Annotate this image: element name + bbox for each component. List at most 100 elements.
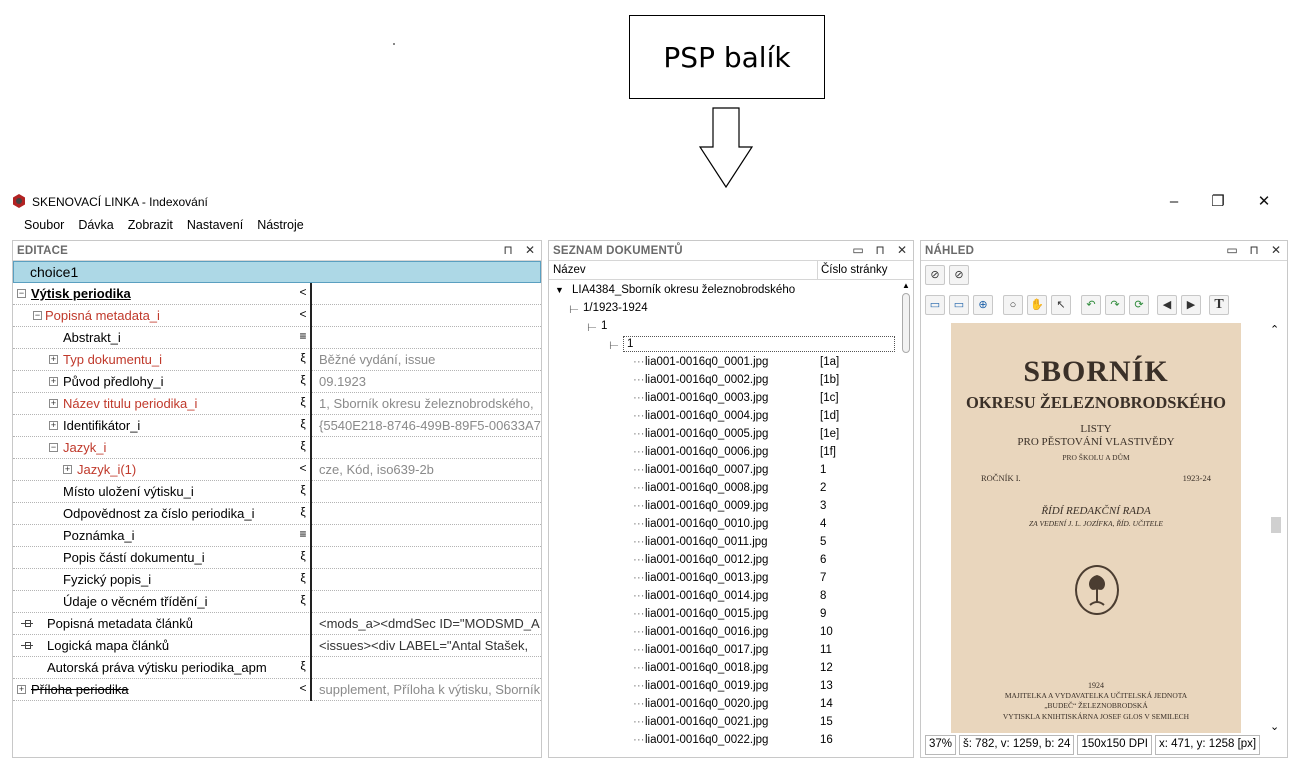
metadata-row-value[interactable]: 09.1923 xyxy=(319,374,541,389)
expand-icon[interactable]: + xyxy=(63,465,72,474)
menu-nastroje[interactable]: Nástroje xyxy=(250,214,311,236)
float-icon[interactable]: ▭ xyxy=(851,243,865,257)
collapse-icon[interactable]: − xyxy=(49,443,58,452)
text-icon[interactable]: T xyxy=(1209,295,1229,315)
file-row[interactable]: ··· lia001-0016q0_0016.jpg 10 xyxy=(549,624,895,642)
col-page-header[interactable]: Číslo stránky xyxy=(817,261,887,280)
choice-field[interactable]: choice1 xyxy=(13,261,541,283)
metadata-row[interactable]: + Příloha periodika < supplement, Příloha k… xyxy=(13,679,541,701)
rotate-right-icon[interactable]: ↷ xyxy=(1105,295,1125,315)
selected-node-box[interactable] xyxy=(623,336,895,352)
expand-icon[interactable]: + xyxy=(49,399,58,408)
scrollbar-thumb[interactable] xyxy=(902,293,910,353)
close-icon[interactable]: ✕ xyxy=(1269,243,1283,257)
collapse-icon[interactable]: − xyxy=(33,311,42,320)
rotate-left-icon[interactable]: ↶ xyxy=(1081,295,1101,315)
file-row[interactable]: ··· lia001-0016q0_0019.jpg 13 xyxy=(549,678,895,696)
arrow-right-icon[interactable]: ▶ xyxy=(1181,295,1201,315)
file-row[interactable]: ··· lia001-0016q0_0010.jpg 4 xyxy=(549,516,895,534)
close-window-button[interactable]: ✕ xyxy=(1248,192,1280,212)
scrollbar-thumb[interactable] xyxy=(1271,517,1281,533)
metadata-row[interactable]: Fyzický popis_i ξ xyxy=(13,569,541,591)
metadata-row[interactable]: − Jazyk_i ξ xyxy=(13,437,541,459)
col-name-header[interactable]: Název xyxy=(553,264,586,276)
float-icon[interactable]: ▭ xyxy=(1225,243,1239,257)
pointer-icon[interactable]: ↖ xyxy=(1051,295,1071,315)
file-row[interactable]: ··· lia001-0016q0_0008.jpg 2 xyxy=(549,480,895,498)
metadata-row-value[interactable]: <mods_a><dmdSec ID="MODSMD_A xyxy=(319,616,541,631)
metadata-row[interactable]: − Popisná metadata_i < xyxy=(13,305,541,327)
file-row[interactable]: ··· lia001-0016q0_0017.jpg 11 xyxy=(549,642,895,660)
fit-page-icon[interactable]: ▭ xyxy=(925,295,945,315)
expand-icon[interactable]: + xyxy=(17,685,26,694)
restore-button[interactable]: ❐ xyxy=(1202,192,1234,212)
paperclip-icon[interactable]: ⊘ xyxy=(925,265,945,285)
metadata-row-value[interactable]: {5540E218-8746-499B-89F5-00633A7F xyxy=(319,418,541,433)
pin-icon[interactable]: ⊓ xyxy=(501,243,515,257)
metadata-row-value[interactable]: Běžné vydání, issue xyxy=(319,352,541,367)
metadata-row[interactable]: + Původ předlohy_i ξ 09.1923 xyxy=(13,371,541,393)
file-row[interactable]: ··· lia001-0016q0_0004.jpg [1d] xyxy=(549,408,895,426)
pin-icon[interactable]: ⊓ xyxy=(1247,243,1261,257)
file-row[interactable]: ··· lia001-0016q0_0015.jpg 9 xyxy=(549,606,895,624)
metadata-row[interactable]: + Typ dokumentu_i ξ Běžné vydání, issue xyxy=(13,349,541,371)
file-row[interactable]: ··· lia001-0016q0_0002.jpg [1b] xyxy=(549,372,895,390)
expand-icon[interactable]: + xyxy=(49,377,58,386)
paperclip-2-icon[interactable]: ⊘ xyxy=(949,265,969,285)
tree-scrollbar[interactable]: ▲ xyxy=(900,281,912,757)
close-icon[interactable]: ✕ xyxy=(523,243,537,257)
file-row[interactable]: ··· lia001-0016q0_0012.jpg 6 xyxy=(549,552,895,570)
expand-icon[interactable]: + xyxy=(49,355,58,364)
menu-zobrazit[interactable]: Zobrazit xyxy=(121,214,180,236)
close-icon[interactable]: ✕ xyxy=(895,243,909,257)
magnifier-icon[interactable]: ○ xyxy=(1003,295,1023,315)
arrow-left-icon[interactable]: ◀ xyxy=(1157,295,1177,315)
refresh-icon[interactable]: ⟳ xyxy=(1129,295,1149,315)
metadata-row[interactable]: Údaje o věcném třídění_i ξ xyxy=(13,591,541,613)
metadata-row[interactable]: + Identifikátor_i ξ {5540E218-8746-499B-89F… xyxy=(13,415,541,437)
collapse-icon[interactable]: ▼ xyxy=(555,285,564,295)
metadata-row[interactable]: Popis částí dokumentu_i ξ xyxy=(13,547,541,569)
page-preview[interactable]: SBORNÍK OKRESU ŽELEZNOBRODSKÉHO LISTY PR… xyxy=(951,323,1241,733)
file-row[interactable]: ··· lia001-0016q0_0009.jpg 3 xyxy=(549,498,895,516)
metadata-row[interactable]: Místo uložení výtisku_i ξ xyxy=(13,481,541,503)
metadata-row-value[interactable]: 1, Sborník okresu železnobrodského, xyxy=(319,396,541,411)
metadata-row[interactable]: Odpovědnost za číslo periodika_i ξ xyxy=(13,503,541,525)
metadata-row[interactable]: Popisná metadata článků <mods_a><dmdSec I… xyxy=(13,613,541,635)
minimize-button[interactable]: – xyxy=(1158,192,1190,212)
file-row[interactable]: ··· lia001-0016q0_0006.jpg [1f] xyxy=(549,444,895,462)
file-row[interactable]: ··· lia001-0016q0_0018.jpg 12 xyxy=(549,660,895,678)
file-row[interactable]: ··· lia001-0016q0_0014.jpg 8 xyxy=(549,588,895,606)
file-row[interactable]: ··· lia001-0016q0_0013.jpg 7 xyxy=(549,570,895,588)
metadata-row-value[interactable]: supplement, Příloha k výtisku, Sborník xyxy=(319,682,541,697)
metadata-row[interactable]: Poznámka_i ≡ xyxy=(13,525,541,547)
metadata-row[interactable]: + Název titulu periodika_i ξ 1, Sborník okr… xyxy=(13,393,541,415)
file-row[interactable]: ··· lia001-0016q0_0001.jpg [1a] xyxy=(549,354,895,372)
collapse-icon[interactable]: − xyxy=(17,289,26,298)
hand-icon[interactable]: ✋ xyxy=(1027,295,1047,315)
preview-scrollbar[interactable]: ⌃ ⌄ xyxy=(1269,323,1283,733)
metadata-row[interactable]: + Jazyk_i(1) < cze, Kód, iso639-2b xyxy=(13,459,541,481)
metadata-row-value[interactable]: cze, Kód, iso639-2b xyxy=(319,462,541,477)
file-row[interactable]: ··· lia001-0016q0_0020.jpg 14 xyxy=(549,696,895,714)
metadata-row[interactable]: Autorská práva výtisku periodika_apm ξ xyxy=(13,657,541,679)
metadata-row[interactable]: − Výtisk periodika < xyxy=(13,283,541,305)
scroll-up-icon[interactable]: ⌃ xyxy=(1270,323,1279,336)
metadata-row[interactable]: Abstrakt_i ≡ xyxy=(13,327,541,349)
fit-width-icon[interactable]: ▭ xyxy=(949,295,969,315)
menu-davka[interactable]: Dávka xyxy=(71,214,120,236)
metadata-row[interactable]: Logická mapa článků <issues><div LABEL="A… xyxy=(13,635,541,657)
file-row[interactable]: ··· lia001-0016q0_0022.jpg 16 xyxy=(549,732,895,750)
file-row[interactable]: ··· lia001-0016q0_0007.jpg 1 xyxy=(549,462,895,480)
file-row[interactable]: ··· lia001-0016q0_0005.jpg [1e] xyxy=(549,426,895,444)
metadata-row-value[interactable]: <issues><div LABEL="Antal Stašek, xyxy=(319,638,541,653)
file-row[interactable]: ··· lia001-0016q0_0011.jpg 5 xyxy=(549,534,895,552)
menu-soubor[interactable]: Soubor xyxy=(10,214,71,236)
pin-icon[interactable]: ⊓ xyxy=(873,243,887,257)
menu-nastaveni[interactable]: Nastavení xyxy=(180,214,250,236)
file-row[interactable]: ··· lia001-0016q0_0003.jpg [1c] xyxy=(549,390,895,408)
scroll-down-icon[interactable]: ⌄ xyxy=(1270,720,1279,733)
expand-icon[interactable]: + xyxy=(49,421,58,430)
zoom-icon[interactable]: ⊕ xyxy=(973,295,993,315)
file-row[interactable]: ··· lia001-0016q0_0021.jpg 15 xyxy=(549,714,895,732)
